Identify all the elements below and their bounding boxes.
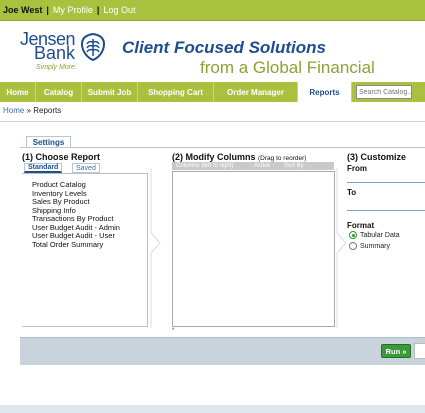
from-field-underline[interactable] — [347, 182, 425, 183]
columns-header-sort-by: Sort By — [284, 163, 304, 169]
breadcrumb: Home » Reports — [3, 106, 61, 115]
secondary-button-edge[interactable] — [414, 343, 425, 359]
logo-slogan: Simply More. — [36, 64, 77, 71]
tab-standard-reports[interactable]: Standard — [24, 163, 63, 173]
choose-report-heading: (1) Choose Report — [22, 152, 101, 162]
nav-submit-job[interactable]: Submit Job — [82, 82, 138, 102]
step-chevron-icon — [150, 168, 161, 328]
format-label: Format — [347, 221, 375, 230]
logo-name-line2: Bank — [34, 43, 76, 63]
report-list: Product Catalog Inventory Levels Sales B… — [22, 173, 148, 327]
my-profile-link[interactable]: My Profile — [53, 5, 93, 15]
to-field-underline[interactable] — [347, 210, 425, 211]
columns-table-header: Columns (left to right) Active Sort By — [172, 162, 334, 170]
modify-columns-hint: (Drag to reorder) — [258, 155, 307, 162]
bank-logo[interactable]: Jensen Bank Simply More. — [20, 30, 110, 74]
action-bar — [20, 337, 425, 365]
footer-strip — [0, 405, 425, 413]
modify-columns-heading: (2) Modify Columns (Drag to reorder) — [172, 152, 306, 162]
topbar-separator: | — [96, 5, 100, 15]
nav-home[interactable]: Home — [0, 82, 36, 102]
header-tagline-primary: Client Focused Solutions — [122, 38, 327, 57]
radio-unchecked-icon[interactable] — [349, 242, 357, 250]
modify-columns-title: (2) Modify Columns — [172, 152, 256, 162]
nav-catalog[interactable]: Catalog — [36, 82, 82, 102]
header-tagline-secondary: from a Global Financial — [200, 58, 375, 77]
format-option-summary[interactable]: Summary — [349, 242, 390, 250]
run-report-button[interactable]: Run » — [381, 344, 411, 358]
columns-header-active: Active — [254, 163, 271, 169]
report-item-total-order-summary[interactable]: Total Order Summary — [32, 240, 147, 250]
nav-reports[interactable]: Reports — [298, 82, 352, 102]
format-option-summary-label: Summary — [360, 242, 390, 250]
nav-shopping-cart[interactable]: Shopping Cart — [138, 82, 214, 102]
header-divider — [0, 121, 425, 122]
customize-heading: (3) Customize — [347, 152, 407, 162]
columns-list[interactable] — [172, 171, 335, 327]
topbar-separator: | — [46, 5, 49, 15]
wheat-shield-icon — [80, 32, 106, 62]
to-label: To — [347, 188, 357, 197]
breadcrumb-separator: » — [24, 106, 34, 115]
user-name: Joe West — [3, 5, 43, 15]
radio-checked-icon[interactable] — [349, 231, 357, 239]
site-header: Jensen Bank Simply More. Client Focused … — [0, 22, 425, 80]
columns-header-order: Columns (left to right) — [176, 163, 234, 169]
format-option-tabular-label: Tabular Data — [360, 231, 400, 239]
top-user-bar: Joe West | My Profile | Log Out — [0, 0, 425, 21]
nav-order-manager[interactable]: Order Manager — [214, 82, 298, 102]
from-label: From — [347, 164, 367, 173]
tab-saved-reports[interactable]: Saved — [72, 163, 100, 173]
format-option-tabular[interactable]: Tabular Data — [349, 231, 400, 239]
breadcrumb-home-link[interactable]: Home — [3, 106, 24, 115]
main-nav: Home Catalog Submit Job Shopping Cart Or… — [0, 82, 425, 102]
columns-footnote: * — [172, 328, 175, 334]
breadcrumb-current: Reports — [33, 106, 62, 115]
catalog-search-input[interactable] — [356, 85, 412, 99]
logout-link[interactable]: Log Out — [103, 5, 135, 15]
